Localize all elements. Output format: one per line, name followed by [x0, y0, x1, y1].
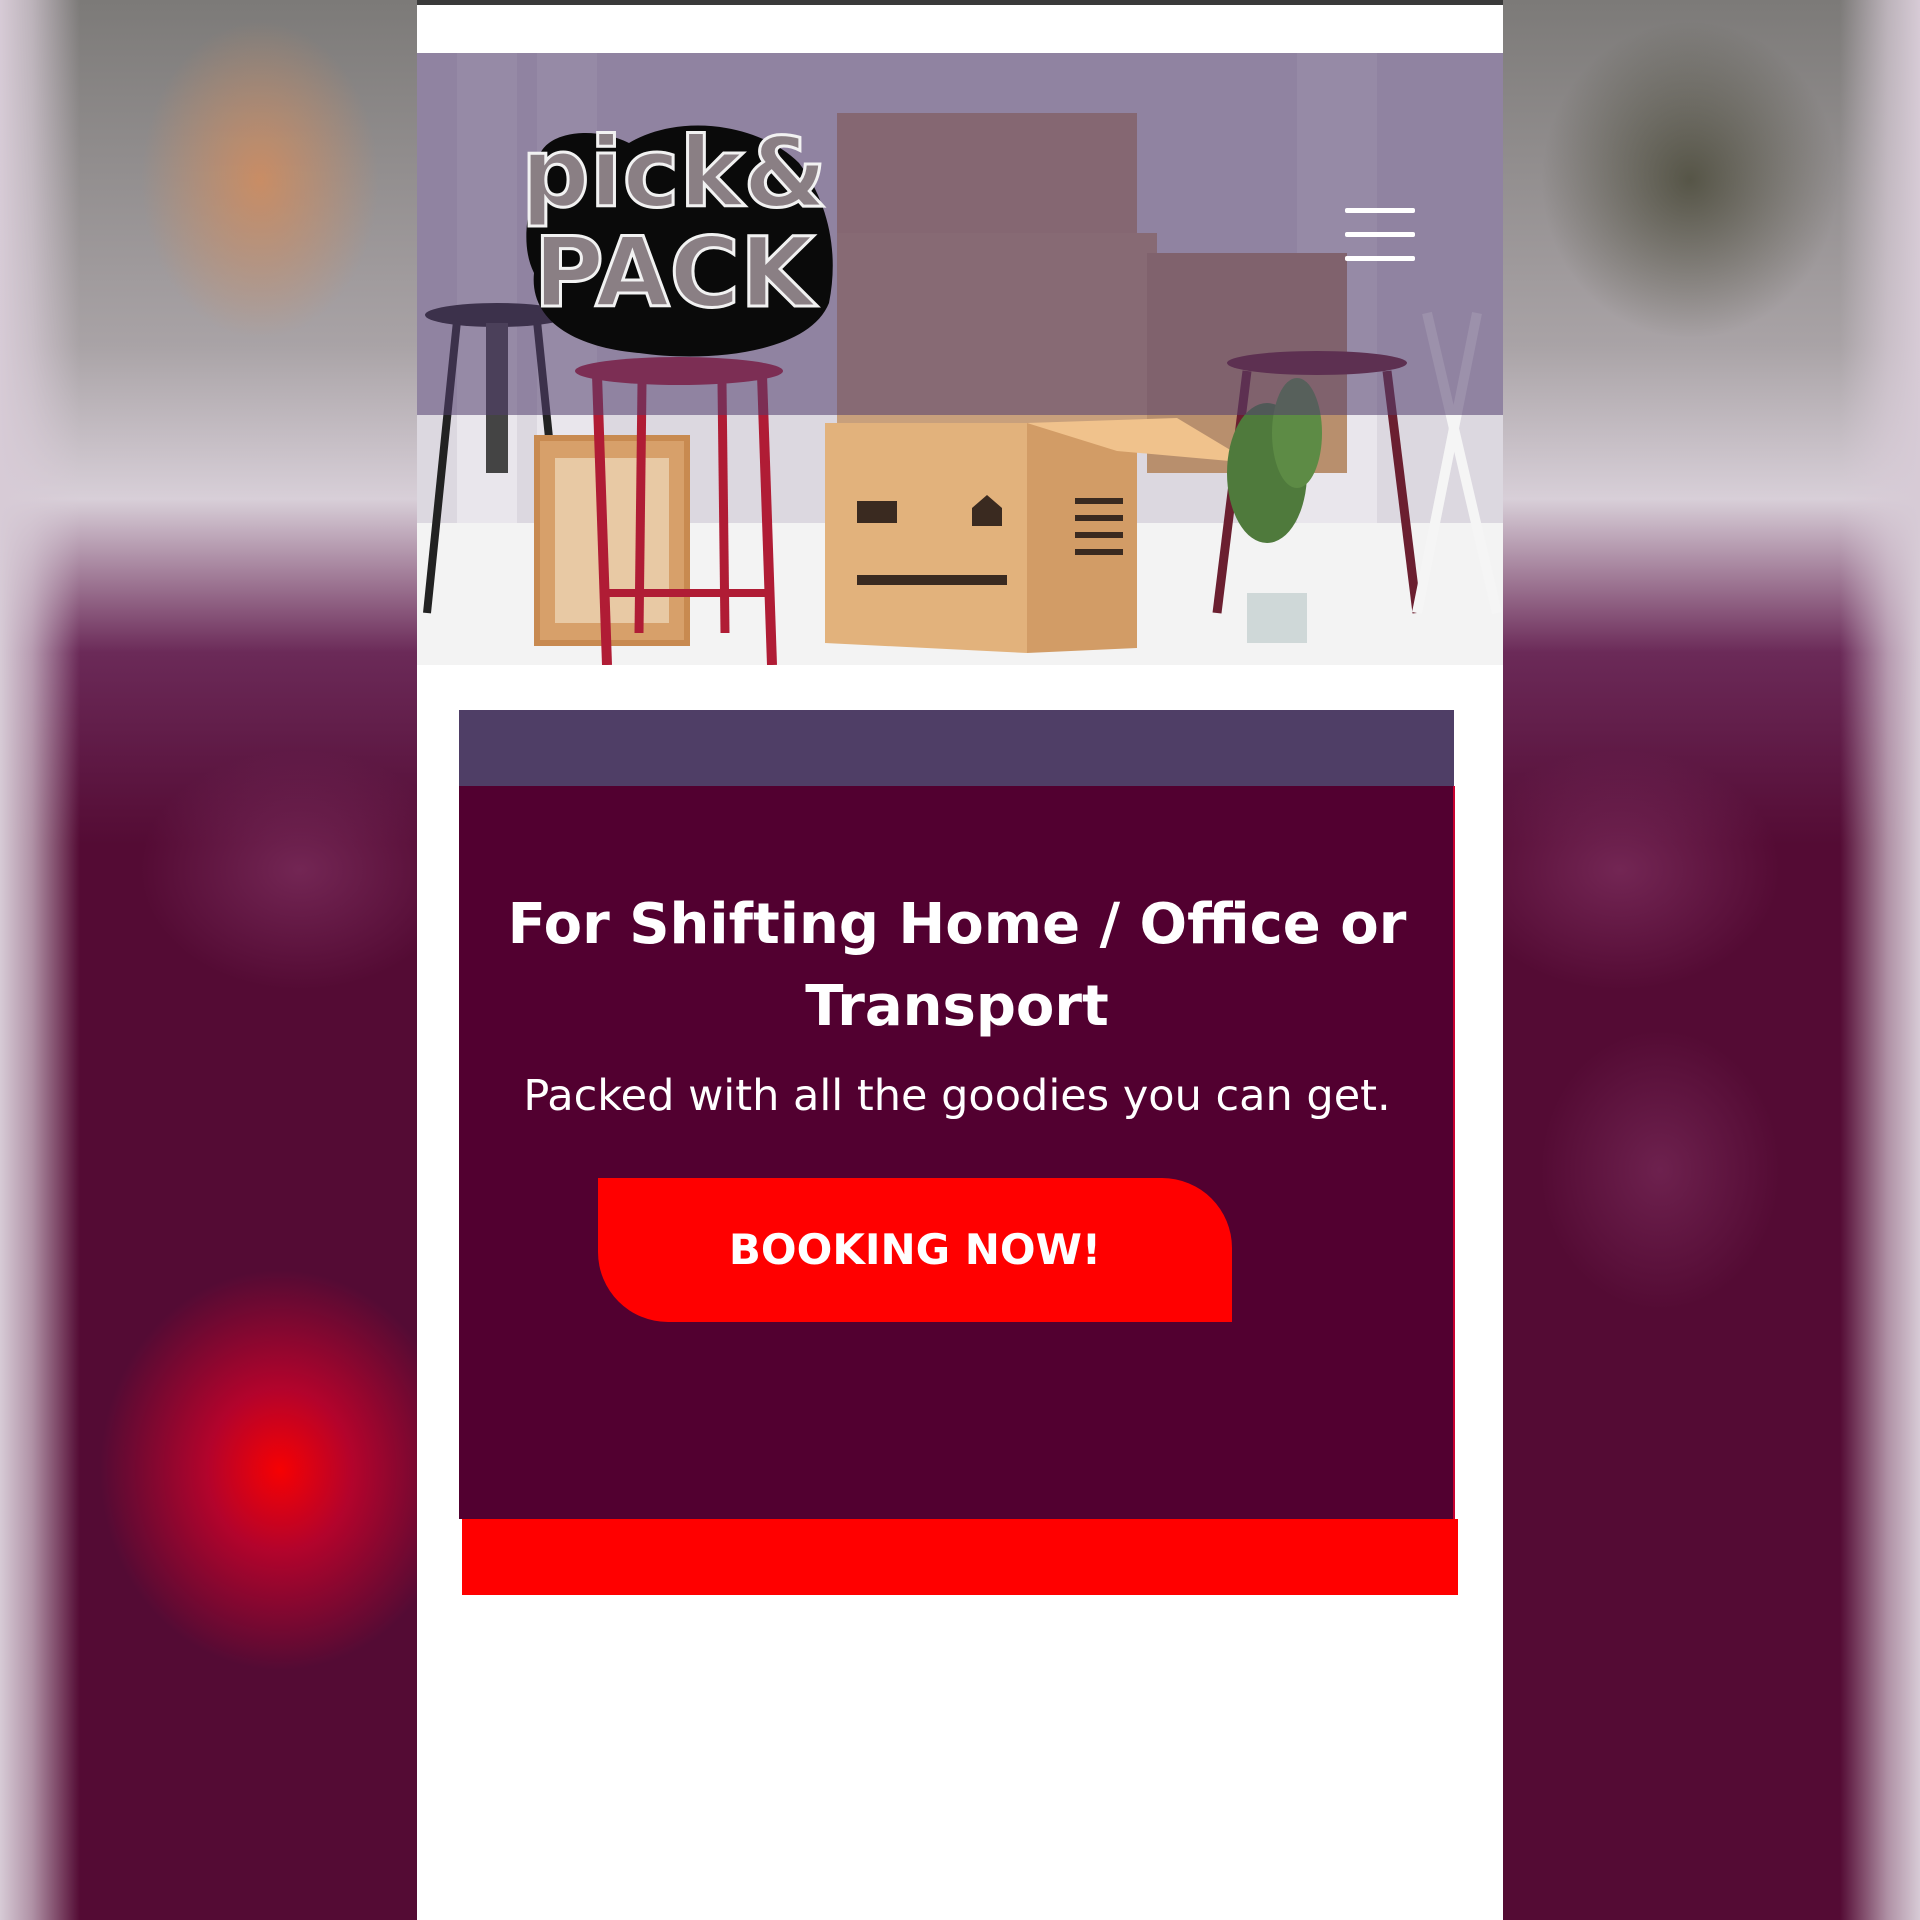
mobile-page: pick& PACK For Shifting Home / Office or… [417, 0, 1503, 1920]
card-title: For Shifting Home / Office or Transport [507, 892, 1407, 1039]
blurred-background: pick& PACK For Shifting Home / Office or… [0, 0, 1920, 1920]
booking-now-button[interactable]: BOOKING NOW! [598, 1178, 1232, 1322]
card-subtitle: Packed with all the goodies you can get. [523, 1071, 1391, 1121]
hamburger-menu-icon[interactable] [1345, 208, 1415, 264]
logo-line-2: PACK [532, 217, 816, 329]
card-bottom-band [462, 1519, 1458, 1595]
promo-card: For Shifting Home / Office or Transport … [459, 786, 1455, 1519]
logo-line-1: pick& [519, 117, 828, 229]
card-top-band [459, 710, 1454, 786]
hero-banner: pick& PACK [417, 53, 1503, 665]
pick-and-pack-logo[interactable]: pick& PACK [509, 103, 839, 363]
